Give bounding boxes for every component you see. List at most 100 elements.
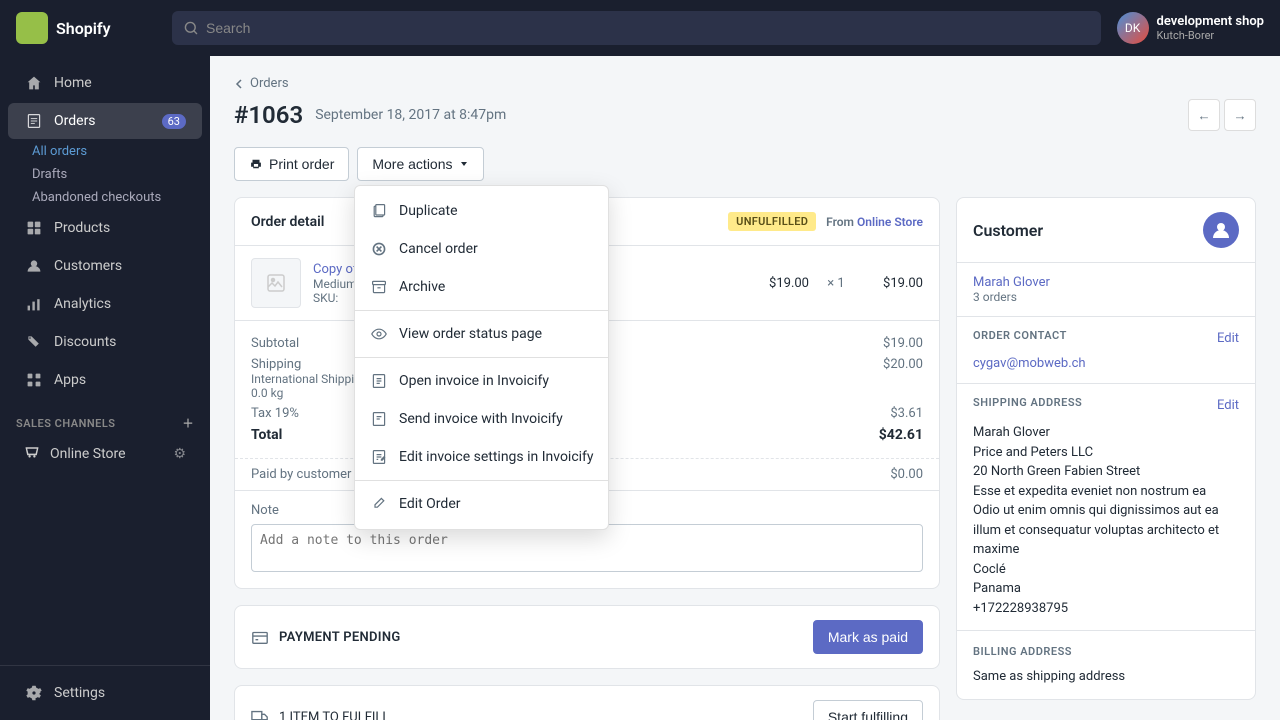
shipping-label: Shipping International Shipping 0.0 kg xyxy=(251,357,368,400)
add-sales-channel-icon[interactable]: ＋ xyxy=(183,415,195,431)
avatar: DK xyxy=(1117,12,1149,44)
online-store-label: Online Store xyxy=(50,446,126,462)
mark-as-paid-button[interactable]: Mark as paid xyxy=(813,620,923,654)
sidebar-item-analytics[interactable]: Analytics xyxy=(8,286,202,322)
sidebar-apps-label: Apps xyxy=(54,372,86,388)
sidebar-item-products[interactable]: Products xyxy=(8,210,202,246)
customers-icon xyxy=(24,256,44,276)
prev-order-button[interactable]: ← xyxy=(1188,99,1220,131)
dropdown-item-send-invoice[interactable]: Send invoice with Invoicify xyxy=(355,400,608,438)
sidebar-sub-abandoned[interactable]: Abandoned checkouts xyxy=(0,186,210,209)
customer-section-title: Customer xyxy=(973,221,1043,240)
order-contact-edit[interactable]: Edit xyxy=(1217,331,1239,346)
shipping-address-edit[interactable]: Edit xyxy=(1217,398,1239,413)
sidebar-item-discounts[interactable]: Discounts xyxy=(8,324,202,360)
search-icon xyxy=(184,21,198,35)
shipping-value: $20.00 xyxy=(883,357,923,400)
dropdown-item-open-invoice[interactable]: Open invoice in Invoicify xyxy=(355,362,608,400)
billing-address-text: Same as shipping address xyxy=(973,667,1239,687)
dropdown-item-edit-order[interactable]: Edit Order xyxy=(355,485,608,523)
sidebar-sub-all-orders[interactable]: All orders xyxy=(0,140,210,163)
item-qty: × 1 xyxy=(821,276,851,291)
sales-channels-label: SALES CHANNELS xyxy=(16,417,116,430)
chevron-down-icon xyxy=(459,159,469,169)
sidebar-item-settings[interactable]: Settings xyxy=(8,675,202,711)
fulfill-label: 1 ITEM TO FULFILL xyxy=(251,708,389,720)
breadcrumb[interactable]: Orders xyxy=(234,76,1256,91)
dropdown-item-edit-invoice[interactable]: Edit invoice settings in Invoicify xyxy=(355,438,608,476)
cancel-icon xyxy=(369,239,389,259)
dropdown-item-archive[interactable]: Archive xyxy=(355,268,608,306)
invoicify-icon-1 xyxy=(369,371,389,391)
total-label: Total xyxy=(251,427,282,443)
sidebar-item-apps[interactable]: Apps xyxy=(8,362,202,398)
customer-header: Customer xyxy=(957,198,1255,263)
more-actions-label: More actions xyxy=(372,156,452,172)
topbar: Shopify DK development shop Kutch-Borer xyxy=(0,0,1280,56)
more-actions-button[interactable]: More actions xyxy=(357,147,483,181)
total-value: $42.61 xyxy=(879,427,923,443)
order-header: #1063 September 18, 2017 at 8:47pm ← → xyxy=(234,99,1256,131)
dropdown-divider-3 xyxy=(355,480,608,481)
dropdown-item-duplicate[interactable]: Duplicate xyxy=(355,192,608,230)
order-contact-title: ORDER CONTACT xyxy=(973,329,1067,342)
truck-icon xyxy=(251,708,269,720)
open-invoice-label: Open invoice in Invoicify xyxy=(399,373,549,389)
shop-info: development shop Kutch-Borer xyxy=(1157,14,1264,42)
fulfillment-badge: UNFULFILLED xyxy=(728,212,816,231)
nav-arrows: ← → xyxy=(1188,99,1256,131)
archive-icon xyxy=(369,277,389,297)
order-title-group: #1063 September 18, 2017 at 8:47pm xyxy=(234,101,506,129)
shipping-address-title: SHIPPING ADDRESS xyxy=(973,396,1082,409)
payment-pending-card: PAYMENT PENDING Mark as paid xyxy=(234,605,940,669)
customer-email[interactable]: cygav@mobweb.ch xyxy=(973,356,1239,371)
sidebar-sub-drafts[interactable]: Drafts xyxy=(0,163,210,186)
shipping-address-text: Marah Glover Price and Peters LLC 20 Nor… xyxy=(973,423,1239,618)
sidebar-discounts-label: Discounts xyxy=(54,334,116,350)
main-content: Orders #1063 September 18, 2017 at 8:47p… xyxy=(210,56,1280,720)
sidebar-customers-label: Customers xyxy=(54,258,122,274)
print-label: Print order xyxy=(269,156,334,172)
print-icon xyxy=(249,157,263,171)
note-input[interactable] xyxy=(251,524,923,572)
dropdown-menu: Duplicate Cancel order Archive xyxy=(354,185,609,530)
breadcrumb-label: Orders xyxy=(250,76,289,91)
customer-name-link[interactable]: Marah Glover xyxy=(973,275,1239,290)
dropdown-item-view-status[interactable]: View order status page xyxy=(355,315,608,353)
dropdown-divider-2 xyxy=(355,357,608,358)
sidebar-item-home[interactable]: Home xyxy=(8,65,202,101)
order-date: September 18, 2017 at 8:47pm xyxy=(315,107,506,123)
shopify-icon xyxy=(16,12,48,44)
analytics-icon xyxy=(24,294,44,314)
shipping-address-section: SHIPPING ADDRESS Edit Marah Glover Price… xyxy=(957,383,1255,630)
sidebar: Home Orders 63 All orders Drafts Abandon… xyxy=(0,56,210,720)
from-label: From Online Store xyxy=(826,215,923,229)
sidebar-item-online-store[interactable]: Online Store ⚙ xyxy=(8,436,202,472)
dropdown-item-cancel[interactable]: Cancel order xyxy=(355,230,608,268)
action-bar: Print order More actions Duplicate xyxy=(234,147,1256,181)
customer-orders-count: 3 orders xyxy=(973,290,1239,304)
billing-address-title: BILLING ADDRESS xyxy=(973,645,1072,658)
back-arrow-icon xyxy=(234,79,244,89)
print-order-button[interactable]: Print order xyxy=(234,147,349,181)
order-source[interactable]: Online Store xyxy=(857,215,923,229)
start-fulfilling-button[interactable]: Start fulfilling xyxy=(813,700,923,720)
online-store-settings-icon[interactable]: ⚙ xyxy=(173,446,186,462)
archive-label: Archive xyxy=(399,279,445,295)
order-detail-title: Order detail xyxy=(251,214,324,230)
payment-label: PAYMENT PENDING xyxy=(251,628,400,646)
subtotal-label: Subtotal xyxy=(251,336,299,351)
fulfill-card: 1 ITEM TO FULFILL Start fulfilling xyxy=(234,685,940,720)
orders-badge: 63 xyxy=(162,114,186,129)
search-bar[interactable] xyxy=(172,11,1101,45)
sidebar-item-orders[interactable]: Orders 63 xyxy=(8,103,202,139)
next-order-button[interactable]: → xyxy=(1224,99,1256,131)
item-total: $19.00 xyxy=(863,276,923,291)
paid-label: Paid by customer xyxy=(251,467,351,482)
sidebar-item-customers[interactable]: Customers xyxy=(8,248,202,284)
sales-channels-section: SALES CHANNELS ＋ xyxy=(0,399,210,435)
settings-icon xyxy=(24,683,44,703)
search-input[interactable] xyxy=(206,20,1089,36)
sidebar-home-label: Home xyxy=(54,75,92,91)
view-status-label: View order status page xyxy=(399,326,542,342)
